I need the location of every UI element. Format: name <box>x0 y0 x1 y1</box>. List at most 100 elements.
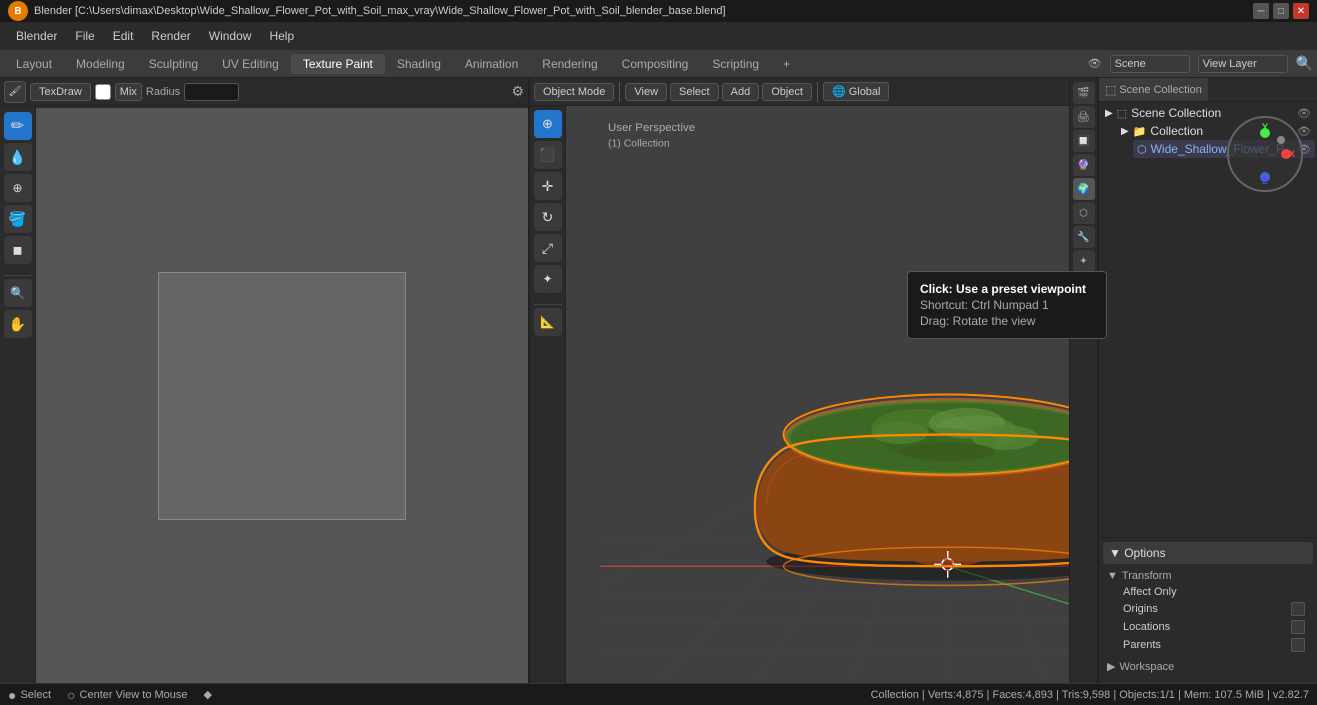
output-properties-icon[interactable]: 🖨 <box>1073 106 1095 128</box>
close-button[interactable]: ✕ <box>1293 3 1309 19</box>
menu-window[interactable]: Window <box>201 27 260 45</box>
tab-compositing[interactable]: Compositing <box>610 54 701 74</box>
center-view-label: Center View to Mouse <box>80 689 188 701</box>
view-layer-select[interactable] <box>1198 55 1288 73</box>
locations-checkbox[interactable] <box>1291 620 1305 634</box>
move-tool[interactable]: ✛ <box>534 172 562 200</box>
global-icon: 🌐 <box>832 85 846 98</box>
tab-rendering[interactable]: Rendering <box>530 54 609 74</box>
separator2 <box>817 82 818 102</box>
transform-orient-btn[interactable]: 🌐 Global <box>823 82 890 101</box>
tab-layout[interactable]: Layout <box>4 54 64 74</box>
maximize-button[interactable]: □ <box>1273 3 1289 19</box>
mask-tool[interactable]: ◼ <box>4 236 32 264</box>
menu-render[interactable]: Render <box>143 27 198 45</box>
workspace-label: Workspace <box>1119 661 1174 673</box>
world-properties-icon[interactable]: 🌍 <box>1073 178 1095 200</box>
viewport-side-tools: ⊕ ⬛ ✛ ↻ ⤢ ✦ 📐 <box>530 106 566 683</box>
mode-icon[interactable]: 🖌 <box>4 81 26 103</box>
menu-edit[interactable]: Edit <box>105 27 142 45</box>
collection-expand-icon: ▶ <box>1121 126 1129 137</box>
blend-mode-select[interactable]: Mix <box>115 83 142 101</box>
tab-uv-editing[interactable]: UV Editing <box>210 54 291 74</box>
view-layer-properties-icon[interactable]: 🔲 <box>1073 130 1095 152</box>
window-title: Blender [C:\Users\dimax\Desktop\Wide_Sha… <box>34 5 726 17</box>
divider <box>4 275 32 276</box>
title-bar-controls[interactable]: ─ □ ✕ <box>1253 3 1309 19</box>
menu-blender[interactable]: Blender <box>8 27 65 45</box>
fill-tool[interactable]: 🪣 <box>4 205 32 233</box>
object-mode-btn[interactable]: Object Mode <box>534 83 614 101</box>
minimize-button[interactable]: ─ <box>1253 3 1269 19</box>
smear-tool[interactable]: 💧 <box>4 143 32 171</box>
tab-texture-paint[interactable]: Texture Paint <box>291 54 385 74</box>
menu-bar: Blender File Edit Render Window Help <box>0 22 1317 50</box>
tab-shading[interactable]: Shading <box>385 54 453 74</box>
scene-collection-tab[interactable]: ⬚ Scene Collection <box>1099 78 1208 101</box>
transform-section-header[interactable]: ▼ Transform <box>1103 568 1313 584</box>
transform-tool[interactable]: ✦ <box>534 265 562 293</box>
search-icon[interactable]: 🔍 <box>1296 55 1313 72</box>
options-header[interactable]: ▼ Options <box>1103 542 1313 564</box>
sc-root-icon: ⬚ <box>1117 107 1127 120</box>
tooltip-click-text: Click: Use a preset viewpoint <box>920 282 1094 296</box>
locations-row: Locations <box>1115 618 1313 636</box>
workspace-bar: Layout Modeling Sculpting UV Editing Tex… <box>0 50 1317 78</box>
tab-animation[interactable]: Animation <box>453 54 530 74</box>
select-menu-btn[interactable]: Select <box>670 83 719 101</box>
scene-select[interactable] <box>1110 55 1190 73</box>
gizmo-x-label: X <box>1289 149 1295 159</box>
origins-label: Origins <box>1123 603 1287 615</box>
object-menu-btn[interactable]: Object <box>762 83 812 101</box>
scene-properties-icon[interactable]: 🔮 <box>1073 154 1095 176</box>
parents-label: Parents <box>1123 639 1287 651</box>
menu-file[interactable]: File <box>67 27 102 45</box>
gizmo-y-label: Y <box>1262 122 1268 132</box>
gizmo-gray-dot1 <box>1277 136 1285 144</box>
particles-icon[interactable]: ✦ <box>1073 250 1095 272</box>
add-menu-btn[interactable]: Add <box>722 83 760 101</box>
gizmo-sphere[interactable]: X Y Z <box>1227 116 1303 192</box>
scene-collection-label: Scene Collection <box>1119 84 1202 96</box>
collection-folder-icon: 📁 <box>1133 125 1147 138</box>
radius-input[interactable]: 50 px <box>184 83 239 101</box>
grid-lines <box>159 273 405 519</box>
object-mesh-icon: ⬡ <box>1137 143 1147 156</box>
affect-only-row: Affect Only <box>1115 584 1313 600</box>
scale-tool[interactable]: ⤢ <box>534 234 562 262</box>
select-box-tool[interactable]: ⬛ <box>534 141 562 169</box>
parents-checkbox[interactable] <box>1291 638 1305 652</box>
workspace-section-header[interactable]: ▶ Workspace <box>1103 658 1313 675</box>
measure-tool[interactable]: 📐 <box>534 308 562 336</box>
tab-modeling[interactable]: Modeling <box>64 54 137 74</box>
stats-text: Collection | Verts:4,875 | Faces:4,893 |… <box>871 689 1309 701</box>
sc-tab-bar: ⬚ Scene Collection <box>1099 78 1317 102</box>
scene-collection-icon: ⬚ <box>1105 83 1116 97</box>
options-panel: ▼ Options ▼ Transform Affect Only Origin… <box>1099 537 1317 683</box>
origins-checkbox[interactable] <box>1291 602 1305 616</box>
color-swatch[interactable] <box>95 84 111 100</box>
zoom-tool[interactable]: 🔍 <box>4 279 32 307</box>
grab-tool[interactable]: ✋ <box>4 310 32 338</box>
tab-scripting[interactable]: Scripting <box>700 54 771 74</box>
tab-sculpting[interactable]: Sculpting <box>137 54 210 74</box>
draw-tool[interactable]: ✏ <box>4 112 32 140</box>
rotate-tool[interactable]: ↻ <box>534 203 562 231</box>
texdraw-mode-btn[interactable]: TexDraw <box>30 83 91 101</box>
select-label: Select <box>20 689 51 701</box>
canvas-area[interactable] <box>36 108 528 683</box>
viewport-nav-gizmo[interactable]: X Y Z <box>1227 116 1307 196</box>
modifier-properties-icon[interactable]: 🔧 <box>1073 226 1095 248</box>
render-properties-icon[interactable]: 🎬 <box>1073 82 1095 104</box>
view-menu-btn[interactable]: View <box>625 83 667 101</box>
settings-icon[interactable]: ⚙ <box>511 83 524 100</box>
clone-tool[interactable]: ⊕ <box>4 174 32 202</box>
image-editor-panel: 🖌 TexDraw Mix Radius 50 px ⚙ Paint View … <box>0 78 530 683</box>
cursor-tool[interactable]: ⊕ <box>534 110 562 138</box>
orient-label: Global <box>849 86 881 98</box>
title-bar-left: B Blender [C:\Users\dimax\Desktop\Wide_S… <box>8 1 726 21</box>
object-properties-icon[interactable]: ⬡ <box>1073 202 1095 224</box>
menu-help[interactable]: Help <box>261 27 302 45</box>
locations-label: Locations <box>1123 621 1287 633</box>
tab-add[interactable]: + <box>771 54 802 74</box>
